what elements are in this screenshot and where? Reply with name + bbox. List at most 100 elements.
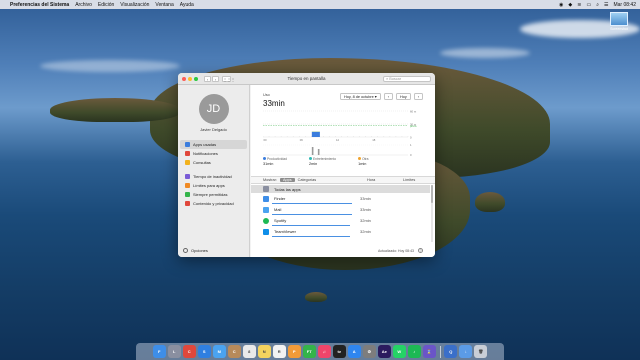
minimize-window-button[interactable]	[188, 76, 192, 81]
app-name: Mail	[274, 207, 282, 212]
legend-dot	[308, 157, 312, 160]
sidebar-item-tiempo-inactividad[interactable]: Tiempo de inactividad	[180, 172, 247, 181]
help-button[interactable]: ?	[418, 248, 423, 253]
dock-contacts-icon[interactable]: C	[227, 345, 241, 358]
dock-whatsapp-icon[interactable]: W	[392, 345, 406, 358]
list-item[interactable]: Spotify 32min	[251, 215, 430, 226]
legend-label: Otra	[362, 157, 369, 161]
always-allowed-icon	[185, 192, 190, 197]
menubar-app-name[interactable]: Preferencias del Sistema	[10, 2, 69, 8]
dock-finder-icon[interactable]: F	[152, 345, 166, 358]
sidebar: JD Javier Delgado Apps usadas Notificaci…	[178, 85, 250, 257]
column-header-limites[interactable]: Límites	[403, 178, 415, 182]
dock-system-preferences-icon[interactable]: ⚙	[362, 345, 376, 358]
options-button[interactable]: Opciones	[183, 248, 208, 253]
scrollbar-thumb[interactable]	[431, 185, 433, 203]
avatar[interactable]: JD	[198, 94, 229, 124]
island-small	[305, 292, 327, 302]
menubar-clock[interactable]: Mar 08:42	[613, 2, 636, 8]
dock-safari-icon[interactable]: S	[197, 345, 211, 358]
chart-x-tick: 06	[300, 138, 304, 142]
dock-tv-icon[interactable]: tv	[332, 345, 346, 358]
menu-edicion[interactable]: Edición	[98, 2, 114, 8]
legend-item-productividad: Productividad 31min	[263, 157, 287, 166]
app-time: 33min	[360, 196, 371, 201]
dock-calendar-icon[interactable]: 8	[242, 345, 256, 358]
zoom-window-button[interactable]	[194, 76, 198, 81]
legend-dot	[358, 157, 362, 160]
tab-apps[interactable]: Apps	[279, 178, 295, 182]
list-scrollbar[interactable]	[431, 185, 433, 242]
close-window-button[interactable]	[182, 76, 186, 81]
chart-y-tick: 60 m	[410, 110, 417, 114]
legend-value: 2min	[308, 162, 318, 166]
island-left	[50, 98, 180, 122]
sidebar-item-contenido-privacidad[interactable]: Contenido y privacidad	[180, 199, 247, 208]
screen-record-icon[interactable]: ◉	[559, 2, 563, 8]
dock: F L C S M C 8 N R P FT ♫ tv A ⚙ Ae W ♪ ⌛ Q ↓ 🗑	[136, 343, 504, 360]
list-item[interactable]: Mail 33min	[251, 204, 430, 215]
forward-button[interactable]: ›	[212, 75, 219, 82]
dock-notes-icon[interactable]: N	[257, 345, 271, 358]
mostrar-label: Mostrar:	[263, 178, 277, 182]
tab-categorias[interactable]: Categorías	[298, 178, 317, 182]
wifi-icon[interactable]: ≋	[577, 2, 581, 8]
app-list: Todas las apps Finder 33min Mail 33min S…	[251, 185, 430, 242]
usage-label: Uso	[263, 93, 270, 97]
usage-chart[interactable]: 60 m 30 m 0 prom. 00 06 12 18 0 1	[262, 109, 423, 157]
menu-archivo[interactable]: Archivo	[75, 2, 92, 8]
legend-value: 1min	[358, 162, 367, 166]
sidebar-item-label: Consultas	[193, 160, 211, 165]
search-field[interactable]: ⌕ Buscar	[383, 76, 431, 82]
dock-quicktime-icon[interactable]: Q	[444, 345, 458, 358]
dock-mail-icon[interactable]: M	[212, 345, 226, 358]
sidebar-item-consultas[interactable]: Consultas	[180, 158, 247, 167]
dock-music-icon[interactable]: ♫	[317, 345, 331, 358]
chart-x-tick: 18	[372, 138, 376, 142]
date-picker[interactable]: Hoy, 8 de octubre ▾	[340, 93, 381, 100]
previous-day-button[interactable]: ‹	[383, 93, 393, 100]
menu-ayuda[interactable]: Ayuda	[180, 2, 194, 8]
back-button[interactable]: ‹	[204, 75, 211, 82]
usage-chart-svg: 60 m30 m0prom.00 06 12 1801	[262, 110, 417, 157]
chart-legend: Productividad 31min Entretenimiento 2min…	[263, 157, 369, 166]
mail-icon	[263, 206, 269, 213]
desktop-screenshot-file[interactable]: Screenshot	[606, 12, 632, 31]
dock-reminders-icon[interactable]: R	[272, 345, 286, 358]
menu-ventana[interactable]: Ventana	[155, 2, 173, 8]
dock-downloads-icon[interactable]: ↓	[459, 345, 473, 358]
dock-app-store-icon[interactable]: A	[347, 345, 361, 358]
sidebar-item-apps-usadas[interactable]: Apps usadas	[180, 140, 247, 149]
pickup-bar	[311, 147, 314, 155]
show-all-grid-button[interactable]: ⋮⋮⋮	[222, 75, 235, 82]
menu-visualizacion[interactable]: Visualización	[120, 2, 149, 8]
spotlight-icon[interactable]: ⌕	[596, 2, 599, 8]
sidebar-item-limites-apps[interactable]: Límites para apps	[180, 181, 247, 190]
column-header-hora[interactable]: Hora	[367, 178, 375, 182]
list-item[interactable]: Finder 33min	[251, 193, 430, 204]
sidebar-item-notificaciones[interactable]: Notificaciones	[180, 149, 247, 158]
usage-value: 33min	[263, 99, 285, 108]
dock-photos-icon[interactable]: P	[287, 345, 301, 358]
dock-screen-time-icon[interactable]: ⌛	[422, 345, 436, 358]
battery-icon[interactable]: ▭	[586, 2, 591, 8]
list-group-header[interactable]: Todas las apps	[251, 185, 430, 193]
legend-label: Entretenimiento	[312, 157, 337, 161]
today-button[interactable]: Hoy	[395, 93, 411, 100]
dropbox-icon[interactable]: ◆	[568, 2, 572, 8]
list-item[interactable]: TeamViewer 32min	[251, 226, 430, 237]
dock-spotify-icon[interactable]: ♪	[407, 345, 421, 358]
dock-facetime-icon[interactable]: FT	[302, 345, 316, 358]
sidebar-item-siempre-permitidas[interactable]: Siempre permitidas	[180, 190, 247, 199]
control-center-icon[interactable]: ☰	[604, 2, 608, 8]
chart-bar-productividad	[311, 131, 320, 137]
dock-after-effects-icon[interactable]: Ae	[377, 345, 391, 358]
sidebar-item-label: Siempre permitidas	[193, 192, 228, 197]
dock-launchpad-icon[interactable]: L	[167, 345, 181, 358]
dock-trash-icon[interactable]: 🗑	[474, 345, 488, 358]
dock-chrome-icon[interactable]: C	[182, 345, 196, 358]
next-day-button[interactable]: ›	[413, 93, 423, 100]
app-limits-icon	[185, 183, 190, 188]
app-name: Spotify	[274, 218, 287, 223]
main-pane: Uso 33min Hoy, 8 de octubre ▾ ‹ Hoy › 60…	[251, 85, 435, 257]
